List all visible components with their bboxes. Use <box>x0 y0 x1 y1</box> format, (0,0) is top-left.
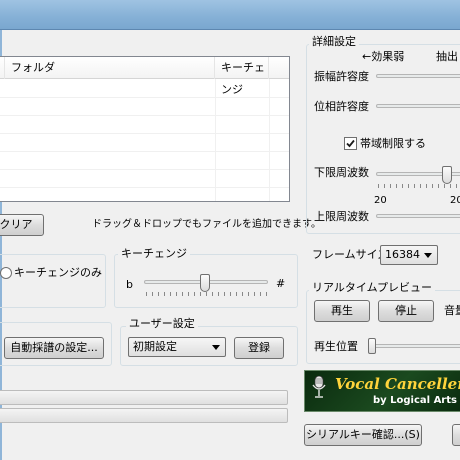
stop-button[interactable]: 停止 <box>378 300 434 322</box>
frame-size-value: 16384 <box>385 248 420 261</box>
file-list-header: フォルダ キーチェンジ <box>0 57 289 96</box>
list-row-line <box>0 169 289 170</box>
key-change-ticks <box>146 292 268 296</box>
list-row-line <box>0 133 289 134</box>
key-change-group-title: キーチェンジ <box>118 248 190 260</box>
list-row-line <box>0 187 289 188</box>
column-header-key-change[interactable]: キーチェンジ <box>215 57 269 96</box>
flat-symbol: b <box>126 278 133 291</box>
list-row-line <box>0 97 289 98</box>
chevron-down-icon <box>424 253 432 258</box>
overall-progress-bar <box>0 390 288 405</box>
frame-size-label: フレームサイズ <box>312 248 389 261</box>
upper-freq-label: 上限周波数 <box>314 210 369 223</box>
effect-weak-label: ←効果弱 <box>362 50 405 63</box>
volume-label: 音量 <box>444 304 460 317</box>
extract-label: 抽出 <box>436 50 458 63</box>
user-preset-select[interactable]: 初期設定 <box>128 337 226 357</box>
partial-button[interactable] <box>452 424 460 446</box>
lower-freq-label: 下限周波数 <box>314 166 369 179</box>
band-limit-checkbox[interactable] <box>344 137 357 150</box>
key-change-only-label: キーチェンジのみ <box>14 266 102 279</box>
playback-position-label: 再生位置 <box>314 340 358 353</box>
checkmark-icon <box>346 139 355 148</box>
microphone-icon <box>312 376 326 398</box>
mode-group <box>0 254 106 308</box>
file-progress-bar <box>0 408 288 423</box>
phase-tolerance-label: 位相許容度 <box>314 100 369 113</box>
playback-position-track <box>370 344 460 348</box>
register-button[interactable]: 登録 <box>234 337 284 359</box>
upper-freq-slider[interactable] <box>376 214 460 218</box>
drag-drop-hint: ドラッグ＆ドロップでもファイルを追加できます。 <box>92 219 321 230</box>
play-button[interactable]: 再生 <box>314 300 370 322</box>
amplitude-tolerance-label: 振幅許容度 <box>314 70 369 83</box>
frame-size-select[interactable]: 16384 <box>380 245 438 265</box>
list-row-line <box>0 115 289 116</box>
key-change-only-radio[interactable] <box>0 267 12 279</box>
advanced-settings-title: 詳細設定 <box>309 36 359 48</box>
logo-subtitle: by Logical Arts <box>373 395 457 406</box>
key-change-slider-thumb[interactable] <box>200 274 210 292</box>
user-preset-value: 初期設定 <box>133 340 177 353</box>
file-list[interactable]: フォルダ キーチェンジ <box>0 56 290 202</box>
clear-button[interactable]: クリア <box>0 214 44 236</box>
logo-title: Vocal Canceller <box>335 375 460 393</box>
user-settings-group-title: ユーザー設定 <box>126 318 198 330</box>
realtime-preview-title: リアルタイムプレビュー <box>309 282 436 294</box>
vocal-canceller-logo: Vocal Canceller by Logical Arts <box>304 370 460 412</box>
chevron-down-icon <box>212 345 220 350</box>
lower-freq-tick-label: 20 <box>374 195 387 206</box>
amplitude-tolerance-slider[interactable] <box>376 74 460 78</box>
playback-position-thumb[interactable] <box>368 338 376 354</box>
lower-freq-ticks <box>378 184 460 188</box>
list-row-line <box>0 151 289 152</box>
lower-freq-tick-label-right: 20 <box>450 195 460 206</box>
window-titlebar <box>0 0 460 30</box>
lower-freq-slider-thumb[interactable] <box>442 166 452 184</box>
auto-transcribe-settings-button[interactable]: 自動採譜の設定... <box>4 337 104 359</box>
sharp-symbol: # <box>276 277 286 290</box>
phase-tolerance-slider[interactable] <box>376 104 460 108</box>
serial-key-check-button[interactable]: シリアルキー確認...(S) <box>304 424 422 446</box>
band-limit-label: 帯域制限する <box>360 137 426 150</box>
column-header-folder[interactable]: フォルダ <box>5 57 215 79</box>
